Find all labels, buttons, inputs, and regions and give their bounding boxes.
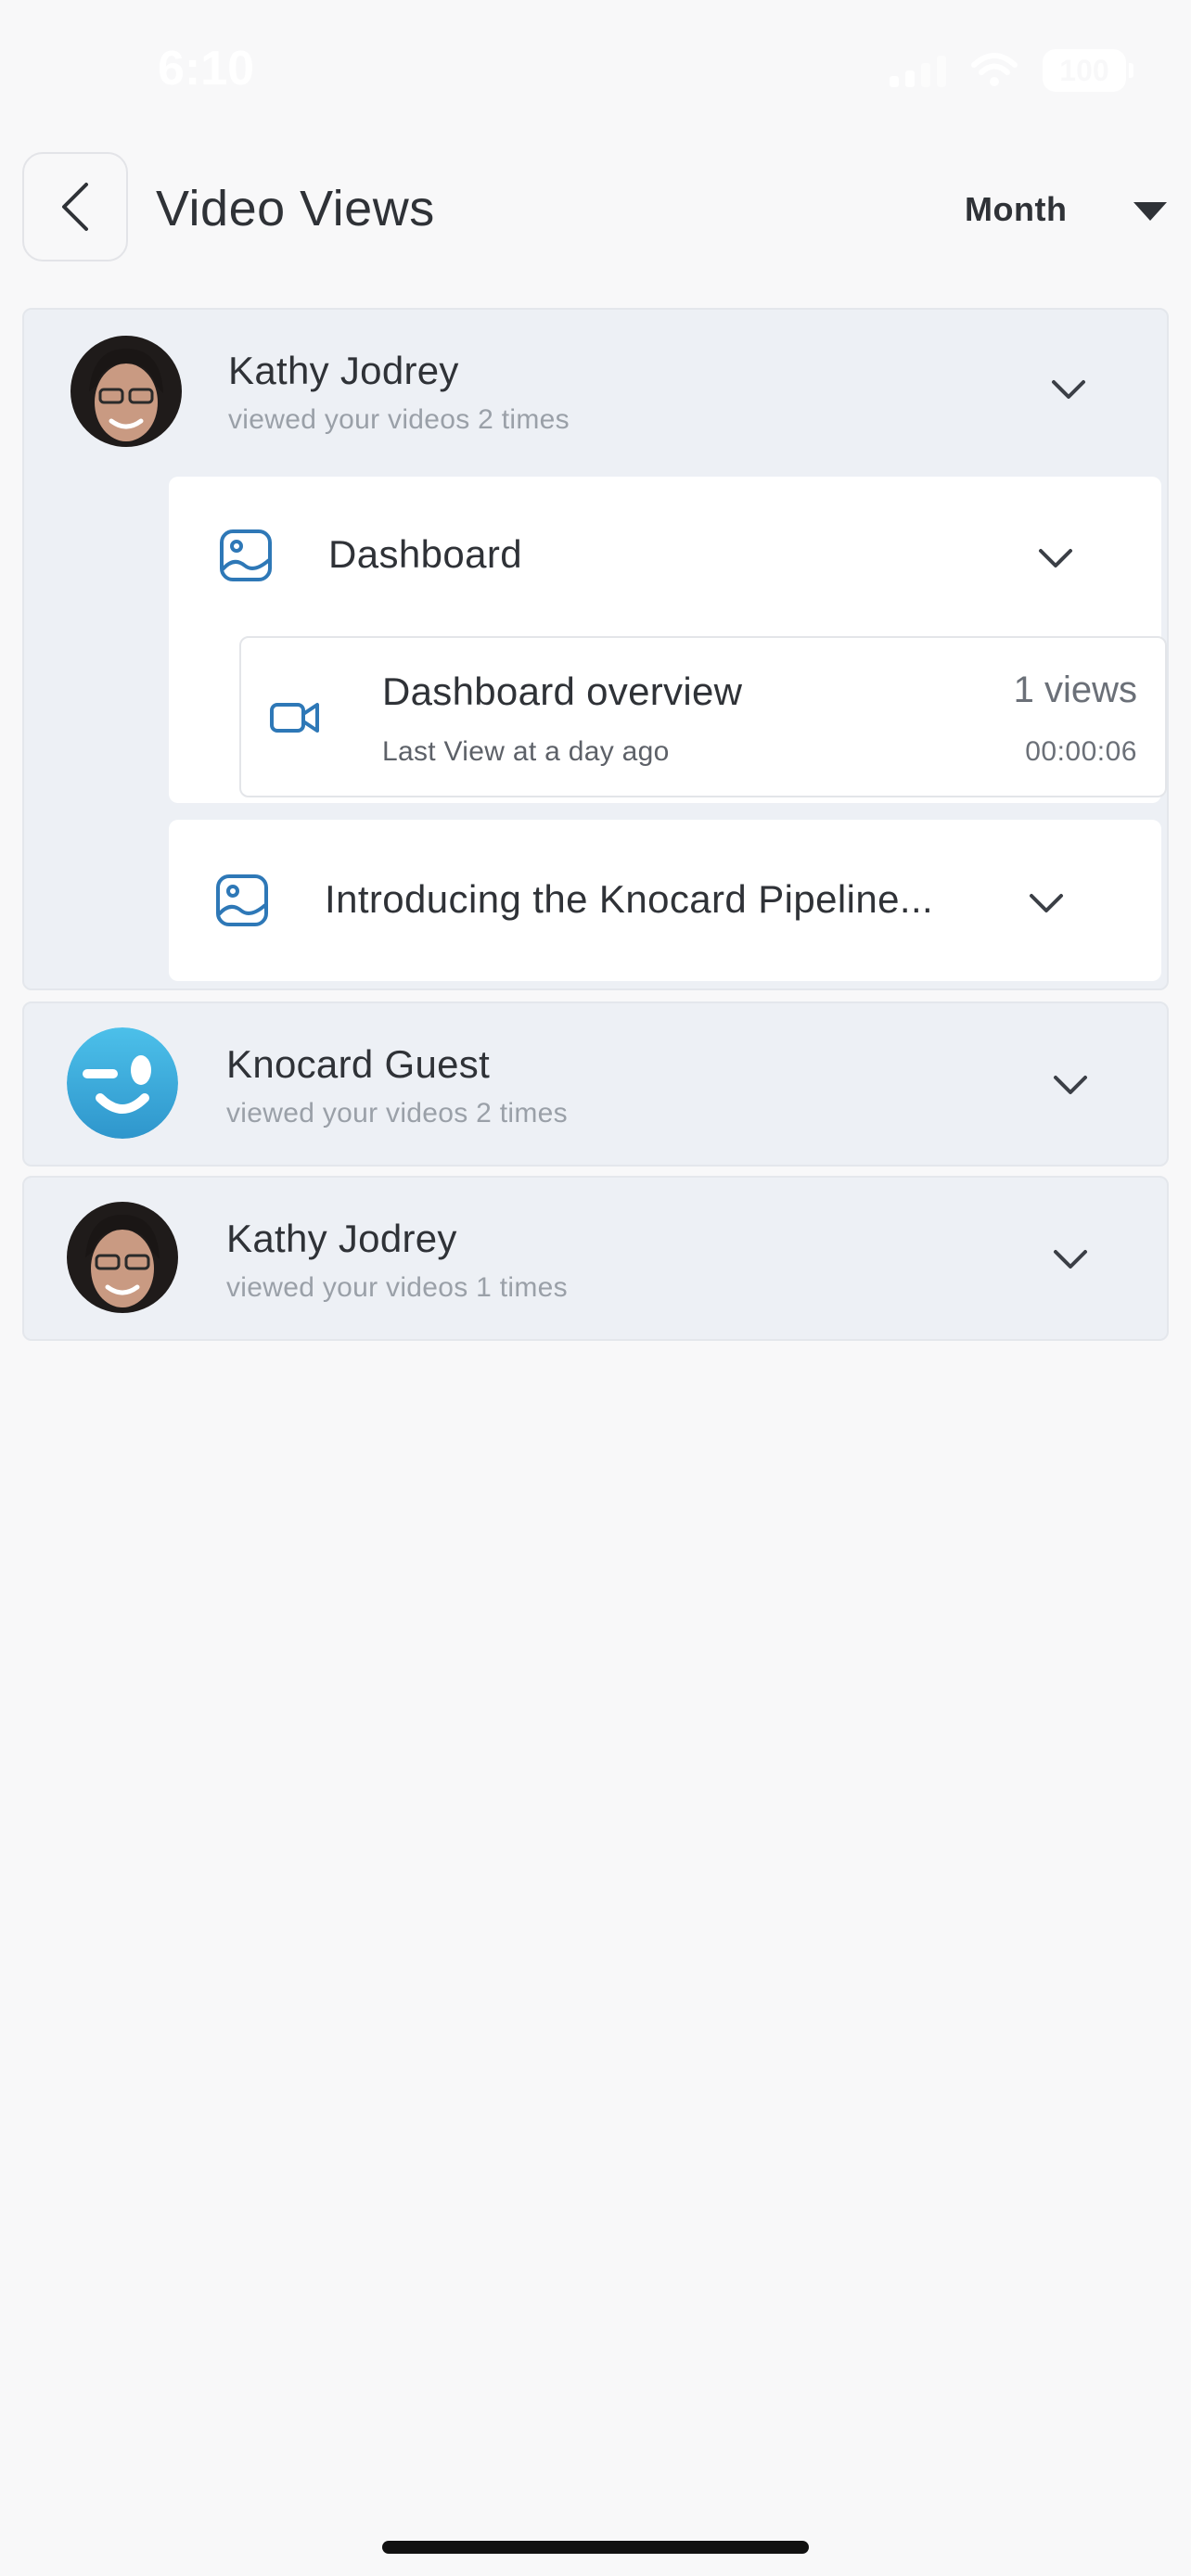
chevron-left-icon	[62, 183, 88, 231]
video-views-screen: 6:10 100 Video Views Month Kathy Jodrey …	[0, 0, 1191, 2576]
chevron-down-icon[interactable]	[1052, 1074, 1089, 1096]
video-group: Dashboard Dashboard overview Last View a…	[169, 477, 1167, 803]
video-group-title: Dashboard	[328, 532, 523, 576]
viewer-name: Kathy Jodrey	[228, 349, 459, 392]
video-duration: 00:00:06	[1025, 736, 1137, 767]
video-camera-icon	[270, 703, 319, 733]
viewer-header[interactable]: Kathy Jodrey viewed your videos 1 times	[24, 1178, 1167, 1341]
guest-avatar-icon	[67, 1027, 178, 1139]
viewer-card: Kathy Jodrey viewed your videos 2 times …	[22, 308, 1169, 990]
page-title: Video Views	[156, 181, 435, 236]
viewer-subtitle: viewed your videos 1 times	[226, 1272, 568, 1303]
viewer-card: Kathy Jodrey viewed your videos 1 times	[22, 1176, 1169, 1341]
viewer-header[interactable]: Knocard Guest viewed your videos 2 times	[24, 1003, 1167, 1167]
viewer-subtitle: viewed your videos 2 times	[226, 1098, 568, 1129]
viewer-header[interactable]: Kathy Jodrey viewed your videos 2 times	[24, 310, 1167, 473]
video-group: Introducing the Knocard Pipeline...	[169, 820, 1161, 981]
back-button[interactable]	[22, 152, 128, 261]
period-selected-value: Month	[965, 190, 1068, 228]
video-last-view: Last View at a day ago	[382, 736, 670, 767]
period-dropdown[interactable]: Month	[965, 182, 1178, 237]
image-icon	[216, 874, 268, 926]
video-item[interactable]: Dashboard overview Last View at a day ag…	[239, 636, 1167, 797]
status-bar: 6:10 100	[0, 0, 1191, 139]
wifi-icon	[971, 53, 1018, 86]
video-group-header[interactable]: Introducing the Knocard Pipeline...	[169, 820, 1161, 981]
battery-icon: 100	[1043, 49, 1133, 92]
avatar	[70, 336, 182, 447]
chevron-down-icon[interactable]	[1028, 892, 1065, 914]
video-view-count: 1 views	[1013, 670, 1137, 710]
viewer-name: Knocard Guest	[226, 1042, 491, 1086]
chevron-down-icon[interactable]	[1052, 1248, 1089, 1270]
viewer-card: Knocard Guest viewed your videos 2 times	[22, 1001, 1169, 1167]
video-group-header[interactable]: Dashboard	[169, 477, 1161, 636]
caret-down-icon	[1133, 202, 1167, 221]
home-indicator[interactable]	[382, 2541, 809, 2554]
chevron-up-icon[interactable]	[1050, 378, 1087, 401]
video-title: Dashboard overview	[382, 670, 743, 713]
viewer-subtitle: viewed your videos 2 times	[228, 404, 570, 435]
chevron-down-icon[interactable]	[1037, 547, 1074, 569]
status-indicators: 100	[890, 48, 1133, 93]
video-group-title: Introducing the Knocard Pipeline...	[325, 877, 934, 921]
cellular-signal-icon	[890, 54, 946, 87]
image-icon	[220, 529, 272, 581]
avatar	[67, 1202, 178, 1313]
status-time: 6:10	[158, 42, 255, 96]
viewer-name: Kathy Jodrey	[226, 1217, 457, 1260]
